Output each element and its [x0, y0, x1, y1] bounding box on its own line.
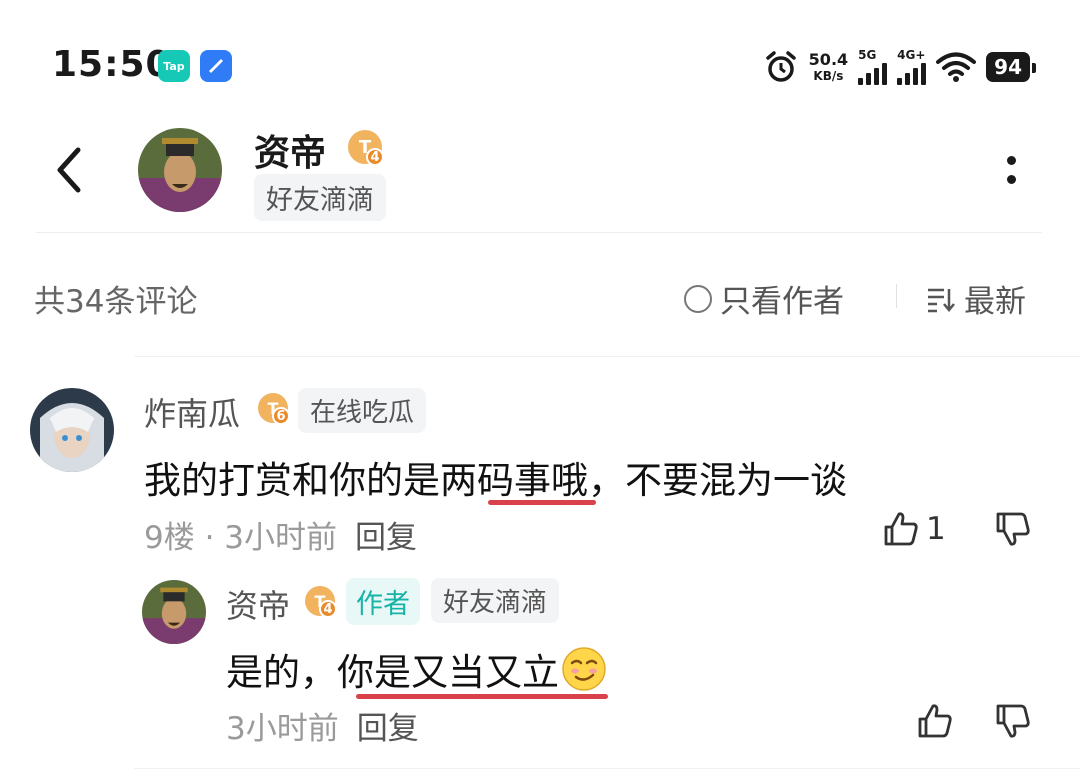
user-tag: 好友滴滴 — [431, 578, 560, 623]
comment-count: 共34条评论 — [34, 284, 198, 320]
reply-button[interactable]: 回复 — [355, 520, 417, 556]
reply-time: 3小时前 — [226, 711, 339, 747]
reply-meta: 3小时前 回复 — [226, 703, 419, 748]
red-underline-annotation — [356, 694, 608, 699]
user-tag: 好友滴滴 — [254, 174, 386, 221]
taptap-app-icon: Tap — [158, 50, 190, 82]
page-title: 资帝 — [254, 133, 327, 174]
radio-icon — [684, 284, 712, 313]
level-badge: T6 — [258, 393, 290, 425]
red-underline-annotation — [488, 500, 596, 505]
messenger-app-icon — [200, 50, 232, 82]
more-options-icon[interactable] — [1002, 156, 1020, 190]
divider — [36, 232, 1042, 233]
battery-indicator: 94 — [986, 52, 1036, 82]
like-count: 1 — [926, 511, 946, 547]
clock: 15:50 — [52, 44, 172, 85]
comment-author[interactable]: 炸南瓜 — [144, 389, 240, 435]
sort-icon — [928, 288, 955, 312]
wifi-icon — [936, 52, 977, 82]
reply-author[interactable]: 资帝 — [226, 581, 290, 627]
smirk-emoji-icon — [562, 647, 606, 691]
floor-and-time: 9楼 · 3小时前 — [144, 520, 338, 556]
network-speed: 50.4 KB/s — [808, 50, 849, 83]
signal-5g-icon: 5G — [858, 49, 888, 85]
avatar[interactable] — [138, 128, 222, 212]
divider — [134, 356, 1080, 357]
reply-button[interactable]: 回复 — [357, 711, 419, 747]
reply-text: 是的，你是又当又立 — [226, 651, 559, 694]
level-badge: T4 — [348, 130, 384, 166]
status-bar: 15:50 Tap 50.4 KB/s 5G 4G+ 94 — [0, 0, 1080, 120]
avatar[interactable] — [30, 388, 114, 472]
status-icons: 50.4 KB/s 5G 4G+ 94 — [763, 46, 1036, 88]
divider — [896, 284, 897, 308]
thumbs-up-icon[interactable] — [916, 702, 954, 740]
comment-text: 我的打赏和你的是两码事哦，不要混为一谈 — [144, 459, 847, 502]
like-button[interactable]: 1 — [882, 510, 946, 548]
thumbs-down-icon[interactable] — [994, 702, 1032, 740]
only-author-toggle[interactable]: 只看作者 — [684, 276, 844, 321]
comment-meta: 9楼 · 3小时前 回复 — [144, 512, 417, 557]
signal-4g-icon: 4G+ — [897, 49, 927, 85]
thumbs-up-icon — [884, 512, 918, 546]
author-badge: 作者 — [346, 578, 420, 625]
thumbs-down-icon[interactable] — [994, 510, 1032, 548]
user-tag: 在线吃瓜 — [298, 388, 427, 433]
reply-text-row: 是的，你是又当又立 — [226, 642, 607, 696]
avatar[interactable] — [142, 580, 206, 644]
level-badge: T4 — [305, 586, 337, 618]
divider — [134, 768, 1080, 769]
back-arrow-icon[interactable] — [50, 142, 90, 198]
alarm-icon — [765, 51, 796, 82]
sort-button[interactable]: 最新 — [926, 276, 1026, 321]
